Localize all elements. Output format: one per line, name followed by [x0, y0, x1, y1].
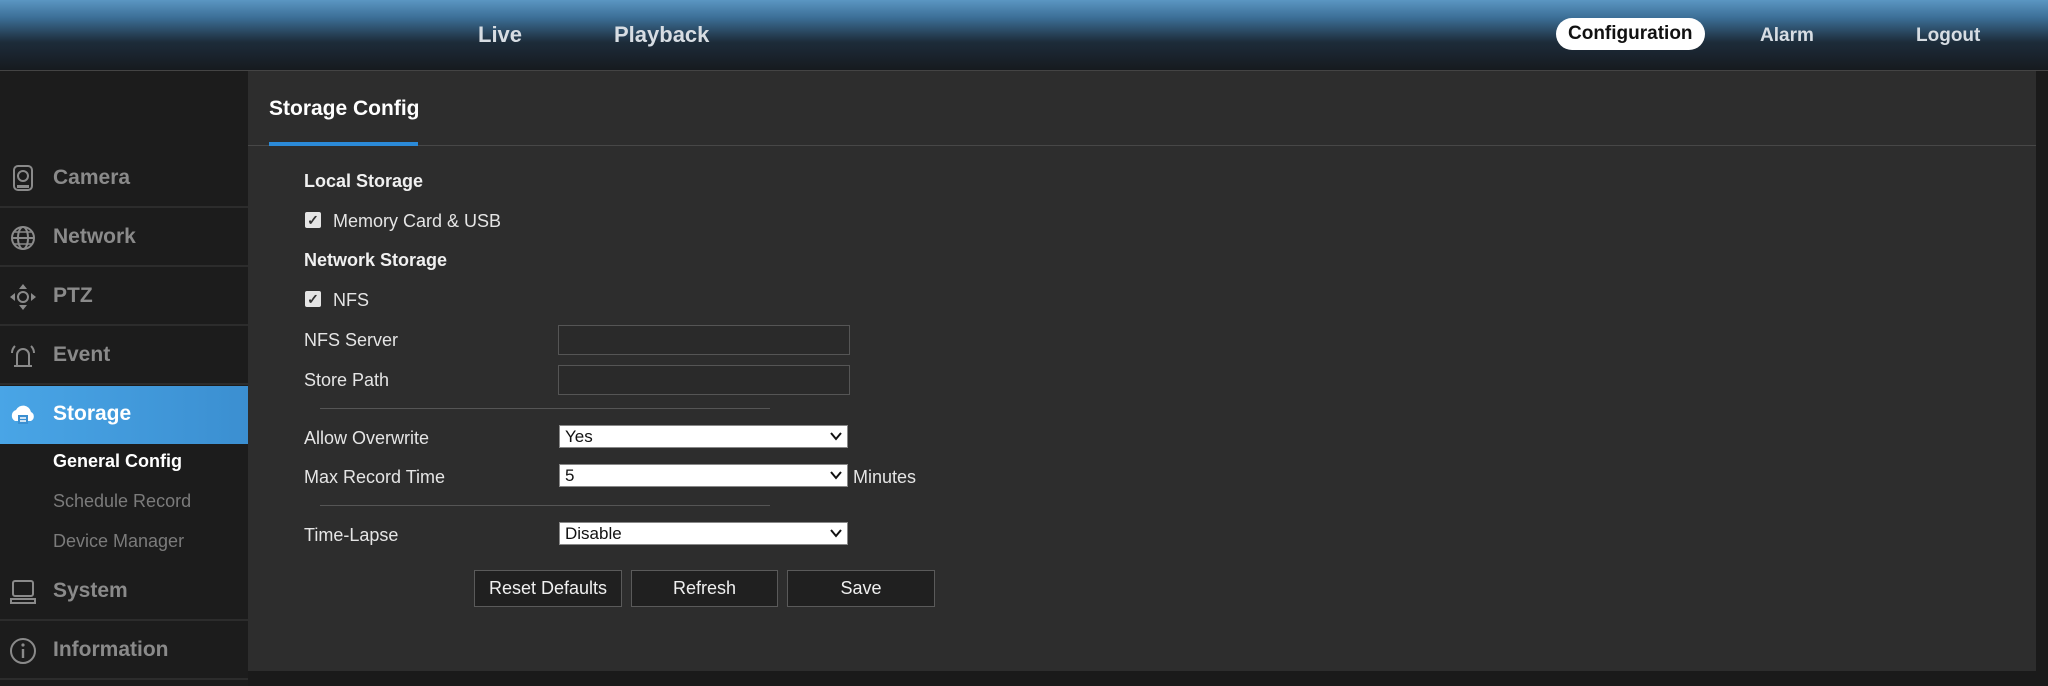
- sidebar: Camera Network PTZ Event Storage General…: [0, 71, 260, 686]
- save-button[interactable]: Save: [787, 570, 935, 607]
- top-navigation-bar: Live Playback Configuration Alarm Logout: [0, 0, 2048, 70]
- main-panel: Storage Config Local Storage ✓ Memory Ca…: [248, 71, 2036, 671]
- sidebar-item-label: System: [53, 579, 128, 602]
- nfs-server-label: NFS Server: [304, 330, 399, 350]
- nav-configuration[interactable]: Configuration: [1556, 18, 1705, 50]
- camera-icon: [13, 165, 33, 191]
- sidebar-item-label: Storage: [53, 402, 132, 425]
- sidebar-item-network[interactable]: Network: [0, 209, 248, 267]
- network-storage-heading: Network Storage: [304, 250, 448, 270]
- time-lapse-select[interactable]: Disable: [559, 522, 848, 545]
- allow-overwrite-label: Allow Overwrite: [304, 428, 430, 448]
- ptz-icon: [10, 284, 36, 310]
- nfs-label: NFS: [333, 290, 369, 310]
- refresh-button[interactable]: Refresh: [631, 570, 778, 607]
- chevron-down-icon: [830, 529, 842, 538]
- network-icon: [11, 226, 35, 250]
- store-path-label: Store Path: [304, 370, 390, 390]
- storage-icon: [11, 405, 34, 424]
- system-icon: [10, 580, 36, 604]
- time-lapse-label: Time-Lapse: [304, 525, 399, 545]
- sidebar-item-information[interactable]: Information: [0, 622, 248, 680]
- memory-card-checkbox[interactable]: ✓: [305, 212, 321, 228]
- sidebar-item-event[interactable]: Event: [0, 327, 248, 385]
- subnav-device-manager[interactable]: Device Manager: [53, 531, 184, 552]
- sidebar-item-ptz[interactable]: PTZ: [0, 268, 248, 326]
- nav-alarm[interactable]: Alarm: [1760, 25, 1814, 47]
- subnav-general-config[interactable]: General Config: [53, 451, 182, 472]
- sidebar-item-system[interactable]: System: [0, 563, 248, 621]
- allow-overwrite-value: Yes: [565, 427, 593, 446]
- memory-card-label: Memory Card & USB: [333, 211, 502, 231]
- information-icon: [10, 638, 36, 664]
- nav-logout[interactable]: Logout: [1916, 25, 1980, 47]
- nav-playback[interactable]: Playback: [614, 22, 709, 48]
- event-icon: [11, 345, 35, 367]
- page-title: Storage Config: [269, 97, 420, 120]
- time-lapse-value: Disable: [565, 524, 622, 543]
- max-record-time-select[interactable]: 5: [559, 464, 848, 487]
- max-record-time-label: Max Record Time: [304, 467, 446, 487]
- chevron-down-icon: [830, 432, 842, 441]
- sidebar-item-camera[interactable]: Camera: [0, 150, 248, 208]
- panel-header: Storage Config: [248, 71, 2036, 146]
- subnav-schedule-record[interactable]: Schedule Record: [53, 491, 191, 512]
- tab-underline: [269, 142, 418, 146]
- local-storage-heading: Local Storage: [304, 171, 424, 191]
- allow-overwrite-select[interactable]: Yes: [559, 425, 848, 448]
- sidebar-item-label: Camera: [53, 166, 131, 189]
- section-divider: [320, 408, 770, 409]
- nav-live[interactable]: Live: [478, 22, 522, 48]
- reset-defaults-button[interactable]: Reset Defaults: [474, 570, 622, 607]
- sidebar-item-label: Information: [53, 638, 169, 661]
- nfs-checkbox[interactable]: ✓: [305, 291, 321, 307]
- max-record-time-value: 5: [565, 466, 575, 485]
- sidebar-item-label: Event: [53, 343, 111, 366]
- minutes-unit-label: Minutes: [853, 467, 917, 487]
- sidebar-item-label: Network: [53, 225, 136, 248]
- chevron-down-icon: [830, 471, 842, 480]
- section-divider: [320, 505, 770, 506]
- sidebar-item-storage[interactable]: Storage: [0, 386, 260, 444]
- sidebar-item-label: PTZ: [53, 284, 93, 307]
- store-path-input[interactable]: [558, 365, 850, 395]
- nfs-server-input[interactable]: [558, 325, 850, 355]
